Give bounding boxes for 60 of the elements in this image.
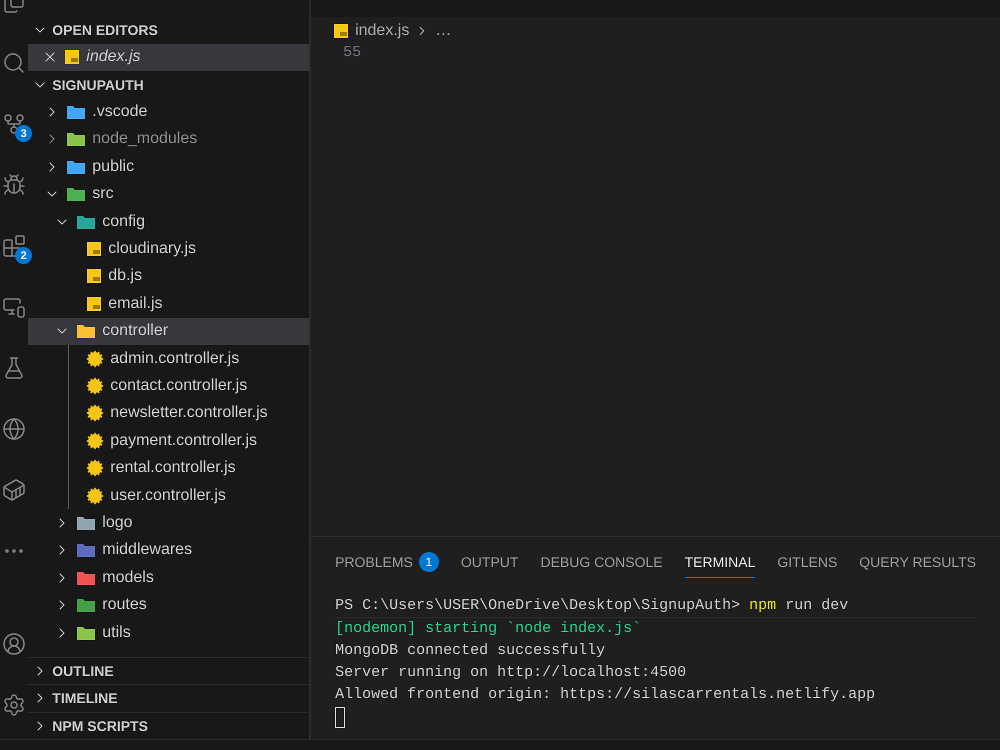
line-number: 55	[343, 44, 362, 61]
terminal-line: PS C:\Users\USER\OneDrive\Desktop\SignupAuth> npm run dev	[335, 595, 976, 618]
search-icon[interactable]	[2, 51, 26, 75]
file-item[interactable]: contact.controller.js	[28, 372, 310, 400]
panel-tab[interactable]: GITLENS	[777, 547, 838, 578]
blocks-icon[interactable]	[2, 234, 26, 258]
js-file-icon	[86, 268, 102, 284]
gear-icon	[86, 404, 104, 422]
panel-tab[interactable]: OUTPUT	[460, 547, 518, 578]
breadcrumb[interactable]: index.js	[355, 22, 410, 40]
file-item[interactable]: email.js	[28, 290, 310, 318]
gear-icon	[86, 350, 104, 368]
folder-item[interactable]: logo	[28, 509, 310, 537]
terminal-line: MongoDB connected successfully	[335, 641, 606, 661]
file-item[interactable]: payment.controller.js	[28, 427, 310, 454]
section-header[interactable]: OPEN EDITORS	[28, 16, 310, 44]
open-editor-item[interactable]: index.js	[28, 44, 310, 71]
gear-icon	[86, 486, 104, 505]
folder-item[interactable]: middlewares	[28, 536, 310, 564]
globe-icon[interactable]	[2, 417, 26, 441]
folder-item[interactable]: utils	[28, 618, 310, 646]
gear-icon	[86, 376, 104, 395]
folder-item[interactable]: .vscode	[28, 98, 310, 126]
folder-item[interactable]: src	[28, 180, 310, 208]
js-file-icon	[64, 49, 80, 66]
folder-item[interactable]: public	[28, 153, 310, 181]
count-badge: 1	[418, 552, 439, 572]
settings-icon[interactable]	[2, 693, 26, 717]
gear-icon	[86, 459, 104, 478]
js-file-icon	[333, 22, 350, 38]
folder-item[interactable]: routes	[28, 591, 310, 619]
terminal-line: Server running on http://localhost:4500	[335, 663, 688, 683]
file-item[interactable]: db.js	[28, 262, 310, 290]
count-badge: 3	[15, 125, 32, 142]
gear-icon	[86, 432, 104, 450]
account-icon[interactable]	[2, 632, 26, 656]
container-icon[interactable]	[2, 478, 26, 502]
folder-item[interactable]: controller	[28, 318, 310, 345]
panel-tab[interactable]: QUERY RESULTS	[859, 547, 976, 578]
panel-tab[interactable]: DEBUG CONSOLE	[540, 547, 663, 578]
terminal-line: Allowed frontend origin: https://silascarrentals.netlify.app	[335, 685, 876, 705]
folder-item[interactable]: models	[28, 564, 310, 592]
section-header[interactable]: OUTLINE	[28, 656, 310, 684]
breadcrumb[interactable]: …	[435, 22, 452, 40]
panel-tab[interactable]: TERMINAL	[684, 547, 756, 578]
section-header[interactable]: SIGNUPAUTH	[28, 70, 310, 98]
terminal-cursor	[335, 707, 346, 728]
panel-tab[interactable]: PROBLEMS 1	[335, 547, 439, 578]
file-item[interactable]: newsletter.controller.js	[28, 400, 310, 428]
terminal-line: [nodemon] starting `node index.js`	[335, 619, 642, 639]
file-item[interactable]: user.controller.js	[28, 482, 310, 510]
count-badge: 2	[15, 247, 32, 264]
folder-item[interactable]: config	[28, 208, 310, 236]
bug-icon[interactable]	[2, 173, 26, 197]
section-header[interactable]: TIMELINE	[28, 684, 310, 712]
js-file-icon	[86, 241, 102, 258]
file-item[interactable]: admin.controller.js	[28, 344, 310, 372]
branch-icon[interactable]	[2, 112, 26, 136]
js-file-icon	[86, 296, 102, 312]
file-item[interactable]: rental.controller.js	[28, 454, 310, 482]
